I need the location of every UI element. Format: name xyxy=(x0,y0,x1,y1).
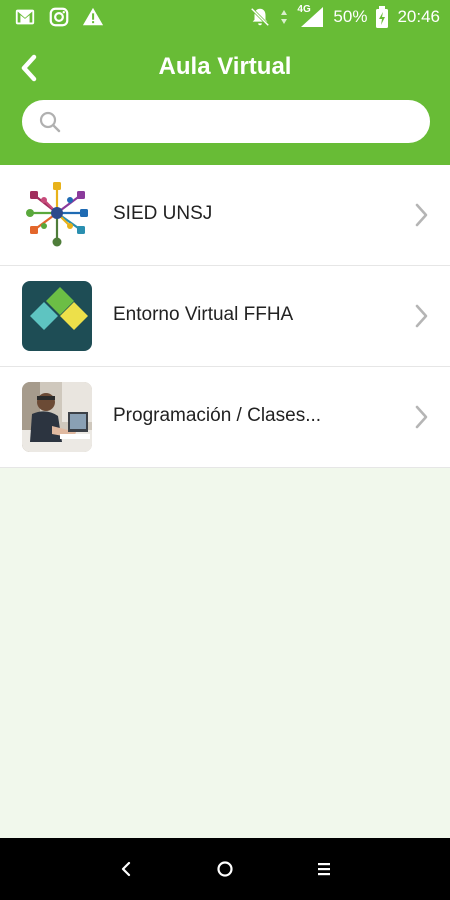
instagram-icon xyxy=(49,7,69,27)
list-item-label: SIED UNSJ xyxy=(113,203,213,224)
chevron-right-icon xyxy=(415,304,428,328)
chevron-right-icon xyxy=(415,405,428,429)
page-title: Aula Virtual xyxy=(158,53,292,80)
ffha-diamonds-logo-icon xyxy=(22,281,92,351)
search-bar[interactable] xyxy=(22,100,430,143)
list-item-label: Programación / Clases... xyxy=(113,405,322,426)
gmail-icon xyxy=(15,9,35,25)
recents-nav-icon xyxy=(318,863,330,876)
person-at-laptop-photo xyxy=(22,382,92,452)
clock: 20:46 xyxy=(397,7,440,26)
system-nav-bar xyxy=(0,838,450,900)
battery-percent: 50% xyxy=(333,7,368,26)
list-item-sied-unsj[interactable]: SIED UNSJ xyxy=(0,165,450,266)
status-bar: 4G 50% 20:46 xyxy=(0,0,450,36)
course-list: SIED UNSJ Entorno Virtual FFHA Programac… xyxy=(0,165,450,468)
app-header: Aula Virtual xyxy=(0,36,450,165)
data-arrows-icon xyxy=(281,10,288,24)
search-icon xyxy=(39,111,61,132)
home-nav-icon xyxy=(217,861,233,877)
chevron-right-icon xyxy=(415,203,428,227)
list-item-programacion-clases[interactable]: Programación / Clases... xyxy=(0,367,450,468)
list-item-entorno-virtual-ffha[interactable]: Entorno Virtual FFHA xyxy=(0,266,450,367)
mute-notifications-icon xyxy=(251,7,270,27)
back-nav-icon xyxy=(121,861,131,877)
nav-back-button[interactable] xyxy=(112,856,140,882)
battery-icon xyxy=(376,6,389,28)
search-input[interactable] xyxy=(72,111,412,132)
sied-network-logo-icon xyxy=(22,180,92,250)
status-left-icons xyxy=(14,6,104,28)
list-item-label: Entorno Virtual FFHA xyxy=(113,304,294,325)
warning-icon xyxy=(82,7,104,26)
signal-icon: 4G xyxy=(297,4,325,28)
nav-recents-button[interactable] xyxy=(310,856,338,882)
nav-home-button[interactable] xyxy=(211,856,239,882)
status-right-icons: 4G 50% 20:46 xyxy=(249,4,440,28)
